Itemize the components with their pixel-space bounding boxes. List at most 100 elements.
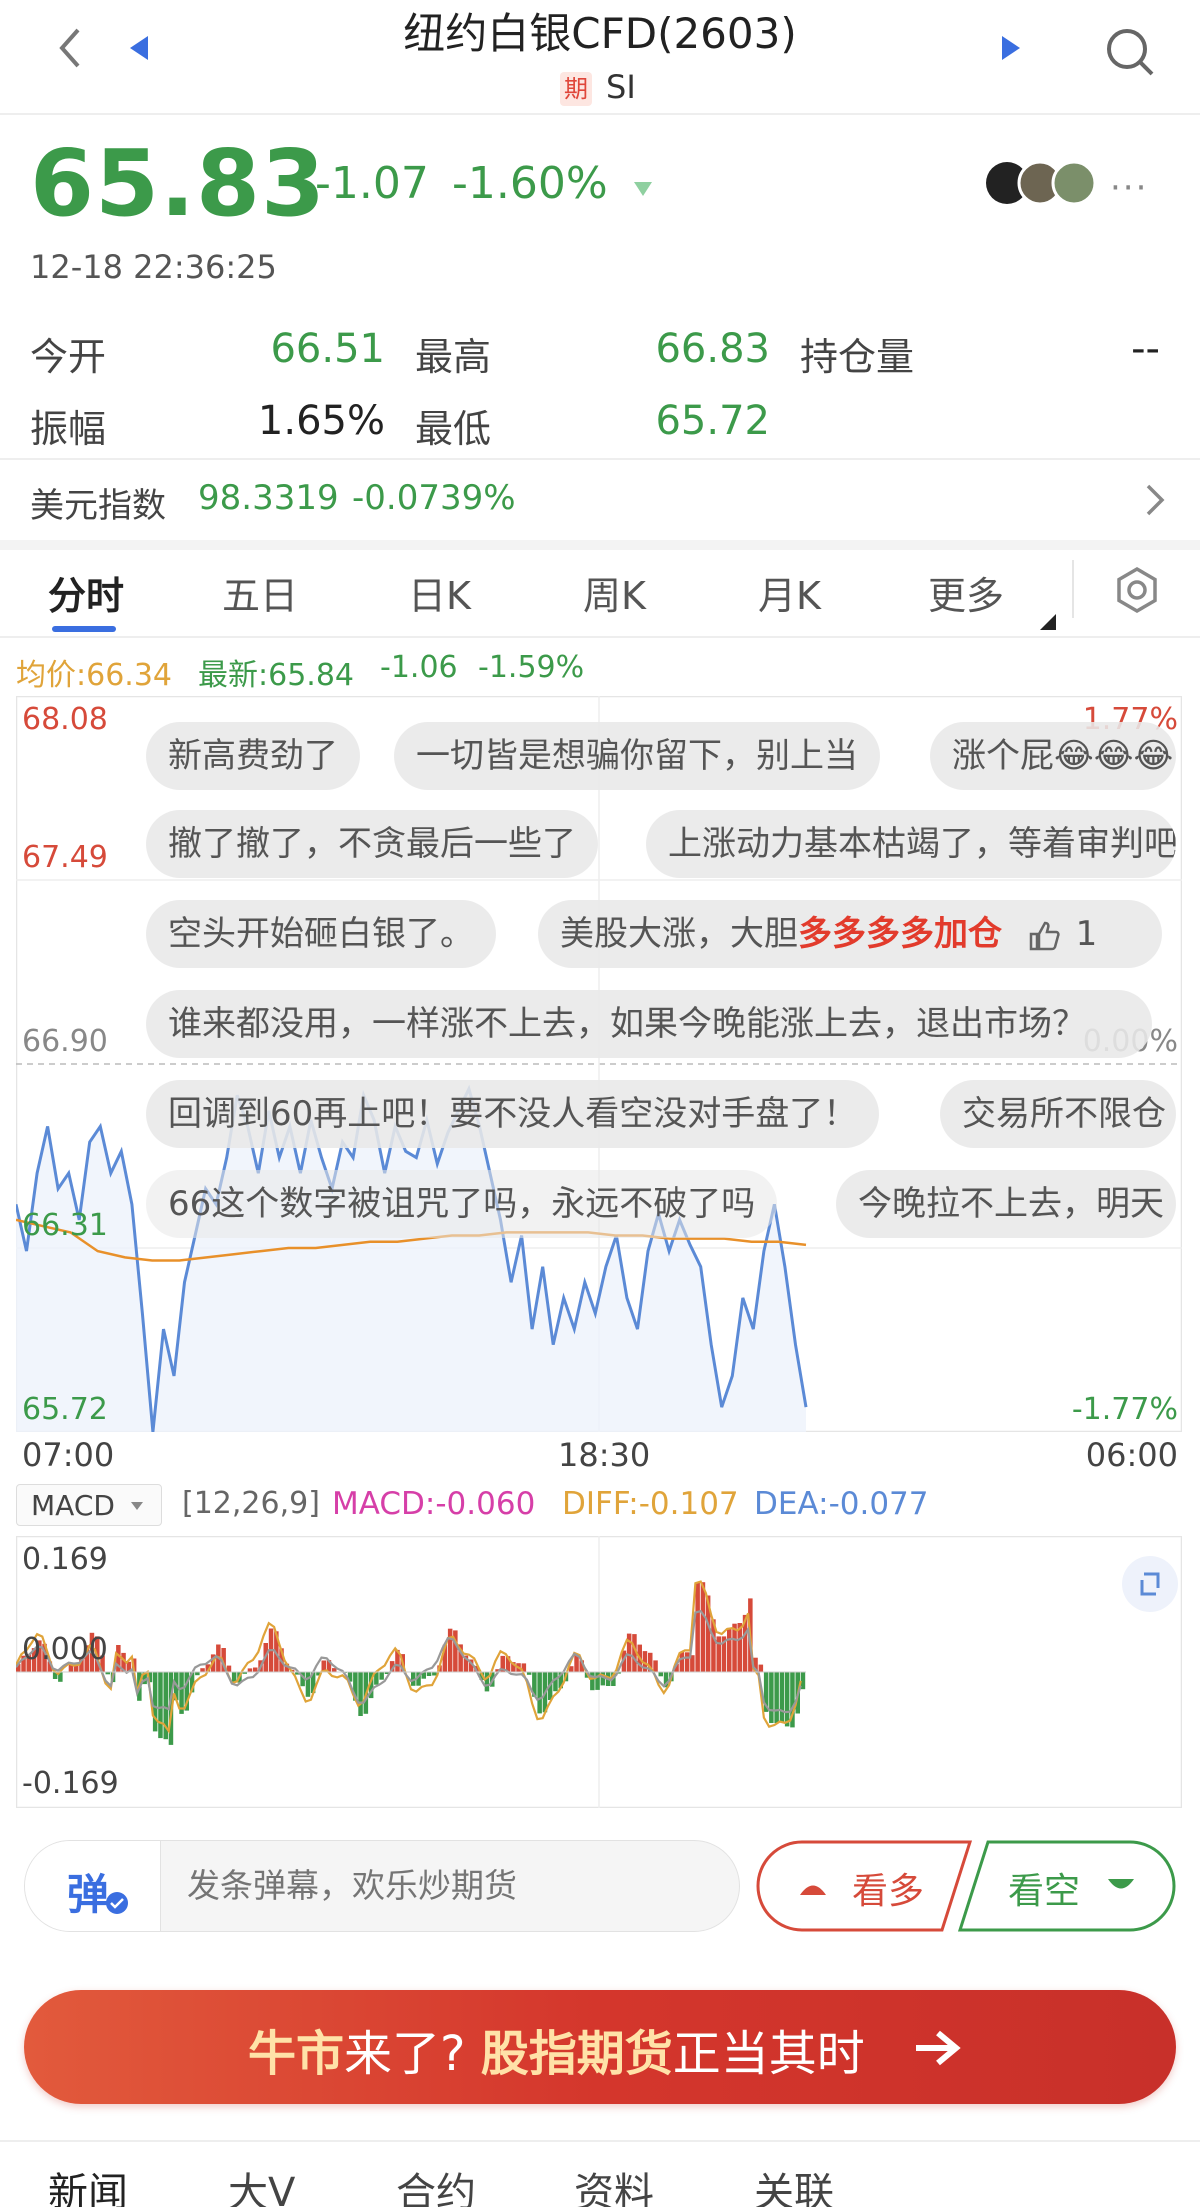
prev-contract-icon[interactable] <box>120 28 160 68</box>
macd-selector[interactable]: MACD <box>16 1484 162 1526</box>
more-icon[interactable]: ··· <box>1110 168 1148 208</box>
macd-y-zero: 0.000 <box>22 1632 108 1667</box>
macd-bar <box>784 1672 790 1727</box>
chevron-down-icon <box>129 1499 145 1513</box>
divider <box>0 636 1200 638</box>
bear-button[interactable]: 看空 <box>958 1840 1176 1932</box>
macd-bar <box>590 1672 595 1691</box>
danmu-bubble-liked[interactable]: 美股大涨，大胆多多多多加仓 1 <box>538 900 1162 968</box>
high-label: 最高 <box>415 335 492 379</box>
banner-part3: 股指期货 <box>480 2026 673 2082</box>
latest-price-legend: 最新:65.84 <box>198 658 354 693</box>
tab-weekly-k[interactable]: 周K <box>583 565 646 620</box>
x-label-start: 07:00 <box>22 1436 115 1474</box>
danmu-bubble[interactable]: 一切皆是想骗你留下，别上当 <box>394 722 880 790</box>
settings-icon[interactable] <box>1112 565 1162 615</box>
latest-pct-legend: -1.59% <box>478 650 585 685</box>
avg-price-legend: 均价:66.34 <box>16 658 172 693</box>
low-value: 65.72 <box>655 398 770 444</box>
danmu-bubble[interactable]: 回调到60再上吧！要不没人看空没对手盘了！ <box>146 1080 880 1148</box>
macd-y-top: 0.169 <box>22 1542 108 1577</box>
danmu-bubble[interactable]: 涨个屁😂😂😂 <box>930 722 1176 790</box>
macd-bar <box>537 1672 542 1714</box>
latest-change-legend: -1.06 <box>380 650 458 685</box>
danmu-bubble[interactable]: 交易所不限仓 <box>940 1080 1176 1148</box>
dropdown-corner-icon <box>1038 612 1058 632</box>
macd-bar <box>716 1636 721 1672</box>
amplitude-label: 振幅 <box>30 407 107 451</box>
macd-chart[interactable] <box>16 1536 1182 1808</box>
down-triangle-icon <box>1104 1876 1138 1898</box>
danmu-bubble[interactable]: 撤了撤了，不贪最后一些了 <box>146 810 598 878</box>
macd-bar <box>695 1582 700 1672</box>
macd-bar <box>158 1672 163 1739</box>
macd-value: MACD:-0.060 <box>332 1486 536 1522</box>
y-label-mid: 66.90 <box>22 1024 108 1059</box>
expand-icon[interactable] <box>1122 1556 1178 1612</box>
usd-index-label: 美元指数 <box>30 486 166 526</box>
bear-label: 看空 <box>1008 1871 1081 1912</box>
diff-value: DIFF:-0.107 <box>562 1486 739 1522</box>
danmu-input[interactable] <box>187 1841 717 1929</box>
macd-bar <box>684 1652 690 1672</box>
danmu-input-box[interactable]: 弹 <box>24 1840 740 1932</box>
danmu-bubble[interactable]: 66这个数字被诅咒了吗，永远不破了吗 <box>146 1170 778 1238</box>
like-count: 1 <box>1075 914 1098 954</box>
tab-bigv[interactable]: 大V <box>228 2160 295 2207</box>
macd-bar <box>358 1672 363 1716</box>
tab-more[interactable]: 更多 <box>928 565 1004 620</box>
quote-datetime: 12-18 22:36:25 <box>30 248 277 286</box>
last-price: 65.83 <box>30 130 327 237</box>
tab-related[interactable]: 关联 <box>754 2160 834 2207</box>
intraday-chart[interactable] <box>16 696 1182 1432</box>
next-contract-icon[interactable] <box>990 28 1030 68</box>
danmu-bubble[interactable]: 今晚拉不上去，明天 <box>836 1170 1176 1238</box>
macd-bar <box>152 1672 158 1732</box>
tab-monthly-k[interactable]: 月K <box>758 565 821 620</box>
tab-daily-k[interactable]: 日K <box>408 565 471 620</box>
macd-y-bottom: -0.169 <box>22 1766 119 1801</box>
tab-intraday[interactable]: 分时 <box>48 565 124 620</box>
y-label-bottom: 65.72 <box>22 1392 108 1427</box>
tab-contract[interactable]: 合约 <box>396 2160 476 2207</box>
danmu-bubble[interactable]: 新高费劲了 <box>146 722 360 790</box>
tab-five-day[interactable]: 五日 <box>222 565 298 620</box>
bull-button[interactable]: 看多 <box>756 1840 972 1932</box>
usd-index-row[interactable]: 美元指数 98.3319 -0.0739% <box>0 460 1200 540</box>
y-label-4: 66.31 <box>22 1208 108 1243</box>
thumb-up-icon[interactable] <box>1027 919 1061 953</box>
macd-bar <box>484 1672 490 1692</box>
open-interest-value: -- <box>1131 326 1160 372</box>
tab-active-indicator <box>52 626 116 632</box>
macd-bar <box>769 1672 774 1723</box>
macd-bar <box>432 1672 437 1676</box>
tab-info[interactable]: 资料 <box>574 2160 654 2207</box>
macd-bar <box>200 1668 205 1672</box>
section-gap <box>0 540 1200 550</box>
danmu-bubble[interactable]: 谁来都没用，一样涨不上去，如果今晚能涨上去，退出市场？ <box>146 990 1152 1058</box>
macd-bar <box>779 1672 785 1722</box>
macd-bar <box>653 1660 658 1672</box>
macd-bar <box>700 1582 706 1672</box>
search-icon[interactable] <box>1100 22 1160 82</box>
futures-badge: 期 <box>560 72 592 106</box>
amplitude-value: 1.65% <box>257 398 385 444</box>
bull-label: 看多 <box>852 1871 925 1912</box>
open-value: 66.51 <box>270 326 385 372</box>
macd-bar <box>553 1672 558 1692</box>
promo-banner[interactable]: 牛市来了? 股指期货正当其时 <box>24 1990 1176 2104</box>
back-icon[interactable] <box>40 18 100 78</box>
user-avatars[interactable] <box>984 160 1104 206</box>
dea-value: DEA:-0.077 <box>754 1486 929 1522</box>
danmu-bubble[interactable]: 空头开始砸白银了。 <box>146 900 496 968</box>
danmu-bubble[interactable]: 上涨动力基本枯竭了，等着审判吧 <box>646 810 1176 878</box>
macd-params: [12,26,9] <box>182 1486 320 1521</box>
danmu-toggle[interactable]: 弹 <box>25 1841 161 1931</box>
x-label-end: 06:00 <box>1085 1436 1178 1474</box>
tab-news[interactable]: 新闻 <box>48 2160 128 2207</box>
pct-label-bottom: -1.77% <box>1071 1392 1178 1427</box>
macd-bar <box>658 1672 663 1677</box>
macd-bar <box>379 1672 384 1680</box>
up-triangle-icon <box>796 1876 830 1898</box>
usd-index-change: -0.0739% <box>352 478 516 518</box>
